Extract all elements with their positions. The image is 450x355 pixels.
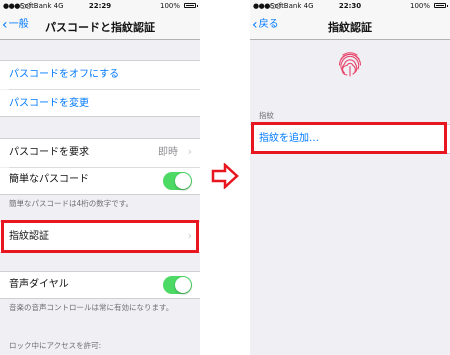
section-header: 指紋 (259, 111, 274, 120)
change-passcode-label: パスコードを変更 (9, 98, 89, 109)
nav-bar: ‹一般 パスコードと指紋認証 (0, 12, 200, 40)
simple-passcode-label: 簡単なパスコード (9, 174, 89, 185)
voice-dial-toggle[interactable] (163, 276, 192, 294)
simple-passcode-toggle[interactable] (163, 172, 192, 190)
nav-bar: ‹戻る 指紋認証 (250, 12, 450, 40)
add-fingerprint-label: 指紋を追加… (259, 133, 319, 144)
battery-percent: 100% (159, 2, 180, 10)
page-title: 指紋認証 (328, 21, 372, 34)
page-title: パスコードと指紋認証 (45, 21, 155, 34)
turn-passcode-off-button[interactable]: パスコードをオフにする (0, 61, 200, 89)
require-passcode-label: パスコードを要求 (9, 147, 89, 158)
voice-dial-label: 音声ダイヤル (9, 279, 69, 290)
chevron-right-icon: › (187, 229, 192, 242)
chevron-right-icon: › (187, 145, 192, 158)
divider (0, 194, 200, 195)
require-passcode-value: 即時 (158, 147, 178, 158)
passcode-settings-screen: ●●●○○ SoftBank 4G 22:29 100% ‹一般 パスコードと指… (0, 0, 200, 355)
divider (0, 252, 200, 253)
divider (0, 116, 200, 117)
lock-access-header: ロック中にアクセスを許可: (9, 341, 102, 350)
status-bar: ●●●○○ SoftBank 4G 22:29 100% (0, 0, 200, 12)
fingerprint-label: 指紋認証 (9, 231, 49, 242)
voice-dial-note: 音楽の音声コントロールは常に有効になります。 (9, 303, 174, 312)
fingerprint-settings-screen: ●●●○○ SoftBank 4G 22:30 100% ‹戻る 指紋認証 指紋… (250, 0, 450, 355)
simple-passcode-note: 簡単なパスコードは4桁の数字です。 (9, 199, 134, 208)
battery-percent: 100% (409, 2, 430, 10)
require-passcode-row[interactable]: パスコードを要求 即時 › (0, 139, 200, 167)
divider (0, 298, 200, 299)
fingerprint-row[interactable]: 指紋認証 › (0, 222, 200, 252)
turn-passcode-off-label: パスコードをオフにする (9, 69, 120, 80)
arrow-right-icon (211, 163, 239, 189)
change-passcode-button[interactable]: パスコードを変更 (0, 90, 200, 116)
simple-passcode-row: 簡単なパスコード (0, 168, 200, 194)
divider (250, 153, 450, 154)
status-bar: ●●●○○ SoftBank 4G 22:30 100% (250, 0, 450, 12)
fingerprint-icon (338, 52, 362, 77)
voice-dial-row: 音声ダイヤル (0, 272, 200, 298)
battery-icon (434, 3, 448, 8)
battery-icon (184, 3, 198, 8)
add-fingerprint-button[interactable]: 指紋を追加… (250, 125, 450, 153)
